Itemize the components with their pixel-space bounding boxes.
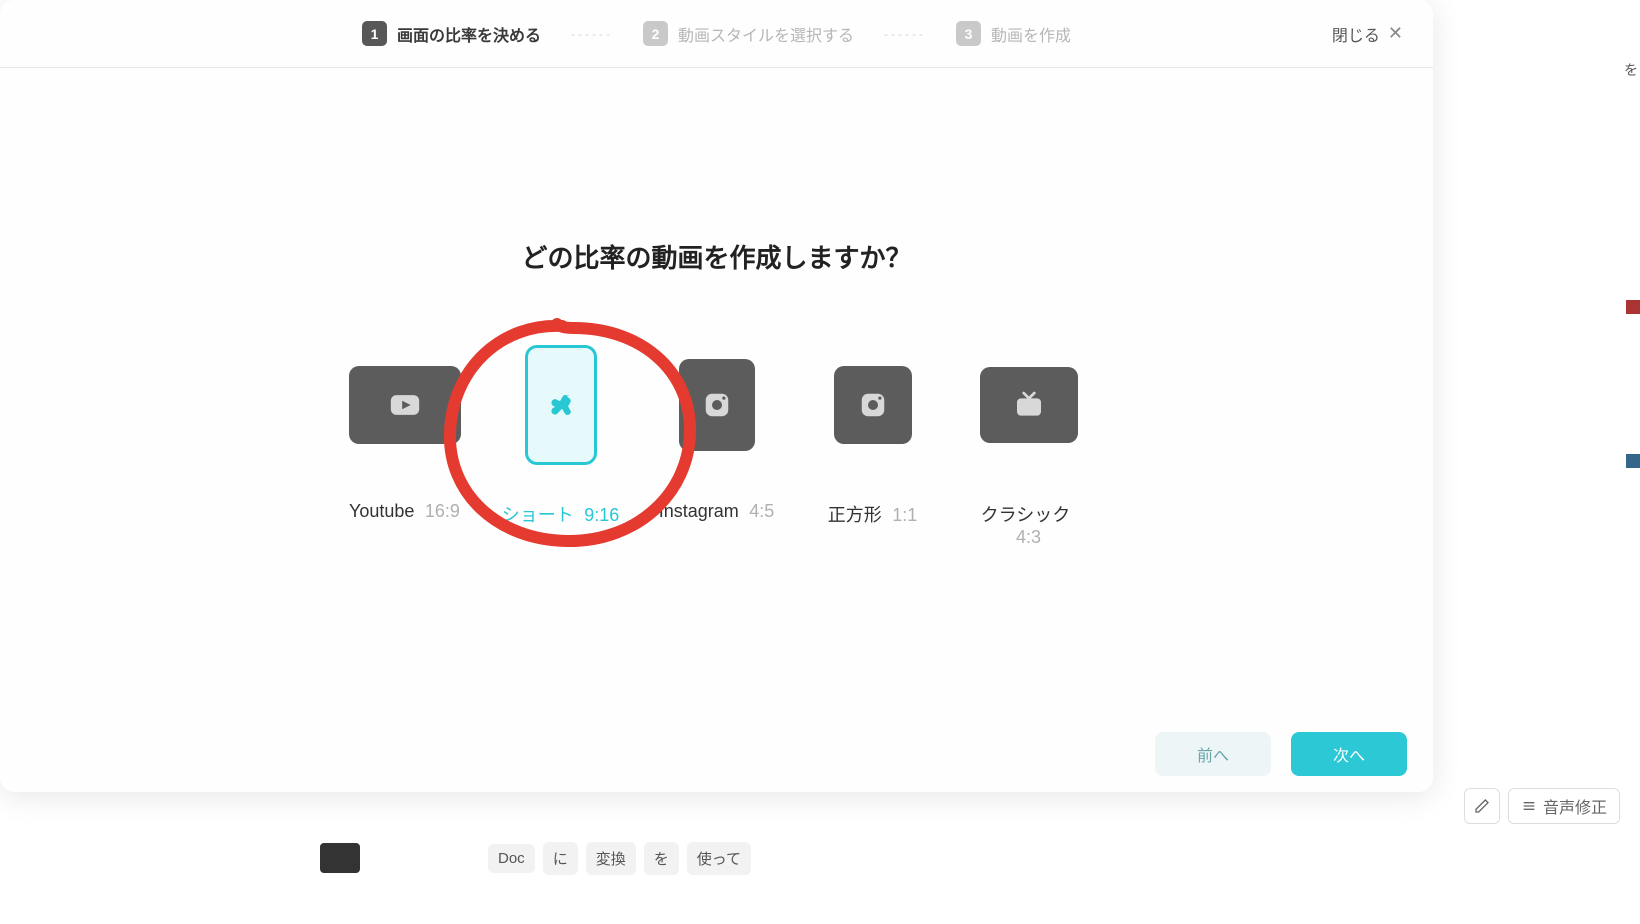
audio-fix-button[interactable]: 音声修正 bbox=[1508, 788, 1620, 824]
background-bottom-bar: Doc に 変換 を 使って bbox=[0, 792, 1640, 924]
step-number: 1 bbox=[362, 21, 387, 46]
step-3[interactable]: 3 動画を作成 bbox=[956, 21, 1071, 46]
ratio-value: 9:16 bbox=[584, 505, 619, 525]
ratio-value: 16:9 bbox=[425, 501, 460, 521]
option-visual bbox=[980, 345, 1078, 465]
bg-side-char: を bbox=[1624, 60, 1640, 80]
aspect-ratio-modal: 1 画面の比率を決める ------ 2 動画スタイルを選択する ------ … bbox=[0, 0, 1433, 792]
step-label: 動画を作成 bbox=[991, 22, 1071, 46]
next-button[interactable]: 次へ bbox=[1291, 732, 1407, 776]
youtube-icon bbox=[388, 388, 422, 422]
ratio-option-instagram[interactable]: Instagram 4:5 bbox=[657, 345, 777, 548]
close-icon: ✕ bbox=[1388, 23, 1403, 44]
modal-footer: 前へ 次へ bbox=[1155, 732, 1407, 776]
ratio-name: ショート bbox=[502, 505, 574, 525]
close-button[interactable]: 閉じる ✕ bbox=[1332, 22, 1403, 46]
ratio-box-selected bbox=[525, 345, 597, 465]
step-number: 3 bbox=[956, 21, 981, 46]
ratio-name: クラシック bbox=[981, 505, 1071, 525]
step-number: 2 bbox=[643, 21, 668, 46]
step-label: 動画スタイルを選択する bbox=[678, 22, 854, 46]
bg-chip: 変換 bbox=[586, 842, 636, 875]
ratio-box bbox=[980, 367, 1078, 443]
option-visual bbox=[525, 345, 597, 465]
stepper-bar: 1 画面の比率を決める ------ 2 動画スタイルを選択する ------ … bbox=[0, 0, 1433, 68]
step-2[interactable]: 2 動画スタイルを選択する bbox=[643, 21, 854, 46]
ratio-name: 正方形 bbox=[828, 505, 882, 525]
ratio-value: 4:3 bbox=[1016, 527, 1041, 547]
stepper: 1 画面の比率を決める ------ 2 動画スタイルを選択する ------ … bbox=[30, 21, 1403, 46]
tv-icon bbox=[1013, 389, 1045, 421]
pencil-icon[interactable] bbox=[1464, 788, 1500, 824]
audio-fix-label: 音声修正 bbox=[1543, 794, 1607, 818]
question-heading: どの比率の動画を作成しますか？ bbox=[0, 238, 1433, 275]
ratio-value: 4:5 bbox=[749, 501, 774, 521]
step-separator: ------ bbox=[884, 27, 926, 41]
ratio-option-shorts[interactable]: ショート 9:16 bbox=[501, 345, 621, 548]
ratio-name: Youtube bbox=[349, 501, 414, 521]
step-separator: ------ bbox=[571, 27, 613, 41]
bg-chip: に bbox=[543, 842, 578, 875]
bg-thumbnail bbox=[320, 843, 360, 873]
step-1[interactable]: 1 画面の比率を決める bbox=[362, 21, 541, 46]
bg-right-controls: 音声修正 bbox=[1464, 788, 1620, 824]
shorts-icon bbox=[548, 392, 574, 418]
bg-chip: 使って bbox=[687, 842, 751, 875]
close-label: 閉じる bbox=[1332, 22, 1380, 46]
modal-content: どの比率の動画を作成しますか？ Youtube 16:9 bbox=[0, 68, 1433, 548]
option-visual bbox=[349, 345, 461, 465]
ratio-box bbox=[349, 366, 461, 444]
bg-chip: を bbox=[644, 842, 679, 875]
instagram-icon bbox=[702, 390, 732, 420]
bg-right-sidebar: を bbox=[1624, 60, 1640, 760]
option-visual bbox=[834, 345, 912, 465]
instagram-icon bbox=[858, 390, 888, 420]
ratio-option-classic[interactable]: クラシック 4:3 bbox=[969, 345, 1089, 548]
ratio-box bbox=[679, 359, 755, 451]
bg-side-thumb bbox=[1626, 300, 1640, 314]
option-visual bbox=[679, 345, 755, 465]
bg-chip: Doc bbox=[488, 844, 535, 873]
ratio-box bbox=[834, 366, 912, 444]
ratio-option-youtube[interactable]: Youtube 16:9 bbox=[345, 345, 465, 548]
bg-side-thumb bbox=[1626, 454, 1640, 468]
ratio-option-square[interactable]: 正方形 1:1 bbox=[813, 345, 933, 548]
step-label: 画面の比率を決める bbox=[397, 22, 541, 46]
ratio-options: Youtube 16:9 ショート 9:16 bbox=[0, 345, 1433, 548]
prev-button[interactable]: 前へ bbox=[1155, 732, 1271, 776]
ratio-value: 1:1 bbox=[892, 505, 917, 525]
ratio-name: Instagram bbox=[659, 501, 739, 521]
